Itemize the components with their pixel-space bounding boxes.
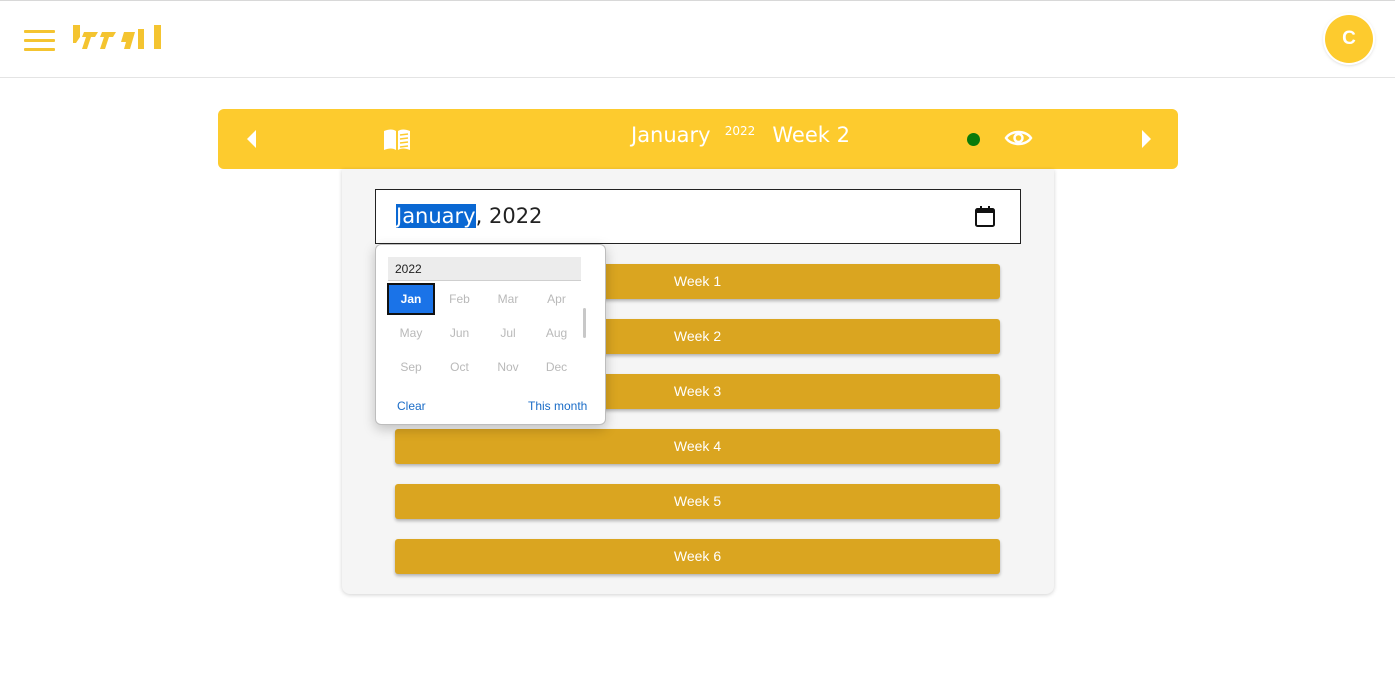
this-month-button[interactable]: This month [528, 399, 587, 413]
month-input-selected-part: January [396, 204, 476, 228]
month-input-rest: , 2022 [475, 204, 543, 228]
eye-icon[interactable] [1004, 127, 1033, 149]
month-input[interactable]: January, 2022 [375, 189, 1021, 244]
user-avatar[interactable]: C [1325, 15, 1373, 63]
month-option-sep[interactable]: Sep [387, 351, 435, 383]
book-icon[interactable] [382, 128, 412, 152]
month-option-jun[interactable]: Jun [436, 317, 484, 349]
week-title-month: January [631, 123, 711, 147]
month-option-apr[interactable]: Apr [533, 283, 581, 315]
caret-right-icon[interactable] [1139, 129, 1153, 149]
week-navigation-bar: January 2022 Week 2 [218, 109, 1178, 169]
month-option-jan[interactable]: Jan [387, 283, 435, 315]
month-option-may[interactable]: May [387, 317, 435, 349]
week-button[interactable]: Week 5 [395, 484, 1000, 519]
month-option-jul[interactable]: Jul [484, 317, 532, 349]
picker-year-header[interactable]: 2022 [388, 257, 581, 281]
clear-button[interactable]: Clear [397, 399, 426, 413]
picker-scrollbar[interactable] [583, 308, 586, 338]
caret-left-icon[interactable] [245, 129, 259, 149]
month-option-oct[interactable]: Oct [436, 351, 484, 383]
month-picker-popup: 2022 Jan Feb Mar Apr May Jun Jul Aug Sep Oct Nov De… [375, 244, 606, 425]
hamburger-menu-icon[interactable] [24, 30, 55, 52]
week-title-year: 2022 [724, 124, 756, 138]
brand-logo[interactable] [72, 23, 168, 51]
month-input-value: January, 2022 [396, 204, 542, 228]
status-indicator-dot [967, 133, 980, 146]
week-button[interactable]: Week 4 [395, 429, 1000, 464]
month-option-feb[interactable]: Feb [436, 283, 484, 315]
month-option-dec[interactable]: Dec [533, 351, 581, 383]
calendar-icon[interactable] [974, 205, 996, 228]
week-title: January 2022 Week 2 [631, 123, 850, 147]
month-option-aug[interactable]: Aug [533, 317, 581, 349]
month-option-nov[interactable]: Nov [484, 351, 532, 383]
top-app-bar: C [0, 0, 1395, 78]
week-title-week: Week 2 [772, 123, 850, 147]
week-button[interactable]: Week 6 [395, 539, 1000, 574]
month-option-mar[interactable]: Mar [484, 283, 532, 315]
